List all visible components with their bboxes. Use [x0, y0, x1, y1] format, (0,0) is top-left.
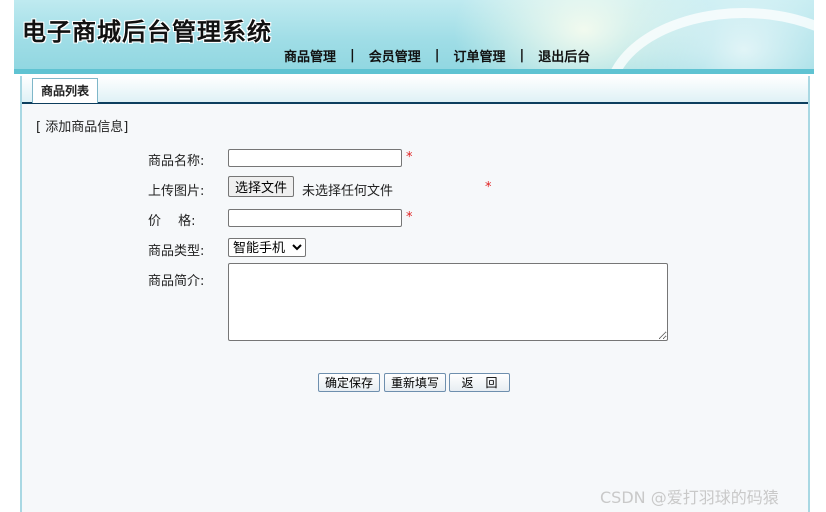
- required-mark: *: [406, 150, 413, 165]
- reset-button[interactable]: 重新填写: [384, 373, 447, 392]
- product-type-label: 商品类型:: [148, 244, 205, 259]
- content-panel: 商品列表 [ 添加商品信息] 商品名称: * 上传图片: 选择文件 未选择任何文…: [20, 76, 810, 512]
- nav-separator: |: [434, 48, 440, 63]
- top-nav: 商品管理 | 会员管理 | 订单管理 | 退出后台: [284, 46, 590, 65]
- nav-exit-admin[interactable]: 退出后台: [538, 46, 590, 65]
- product-name-input[interactable]: [228, 149, 402, 167]
- back-button[interactable]: 返 回: [449, 373, 510, 392]
- watermark: CSDN @爱打羽球的码猿: [600, 488, 779, 507]
- tab-product-list[interactable]: 商品列表: [32, 78, 99, 103]
- section-title: [ 添加商品信息]: [36, 120, 129, 135]
- upload-image-label: 上传图片:: [148, 184, 205, 199]
- price-input[interactable]: [228, 209, 402, 227]
- nav-separator: |: [350, 48, 355, 63]
- tab-bar: 商品列表: [22, 76, 808, 104]
- save-button[interactable]: 确定保存: [318, 373, 381, 392]
- app-frame: 电子商城后台管理系统 商品管理 | 会员管理 | 订单管理 | 退出后台 商品列…: [14, 0, 814, 512]
- product-name-label: 商品名称:: [148, 154, 205, 169]
- choose-file-button[interactable]: 选择文件: [228, 176, 295, 197]
- nav-order-management[interactable]: 订单管理: [454, 46, 506, 65]
- required-mark: *: [485, 180, 492, 195]
- price-label: 价 格:: [148, 214, 196, 229]
- header-divider: [14, 69, 814, 74]
- nav-product-management[interactable]: 商品管理: [284, 46, 336, 65]
- required-mark: *: [406, 210, 413, 225]
- nav-separator: |: [519, 48, 525, 63]
- product-type-select[interactable]: 智能手机: [228, 238, 306, 257]
- product-intro-label: 商品简介:: [148, 274, 205, 289]
- header-banner: 电子商城后台管理系统 商品管理 | 会员管理 | 订单管理 | 退出后台: [14, 0, 814, 74]
- app-title: 电子商城后台管理系统: [22, 17, 272, 46]
- file-status-text: 未选择任何文件: [302, 184, 394, 199]
- nav-member-management[interactable]: 会员管理: [369, 46, 421, 65]
- product-intro-textarea[interactable]: [228, 263, 668, 341]
